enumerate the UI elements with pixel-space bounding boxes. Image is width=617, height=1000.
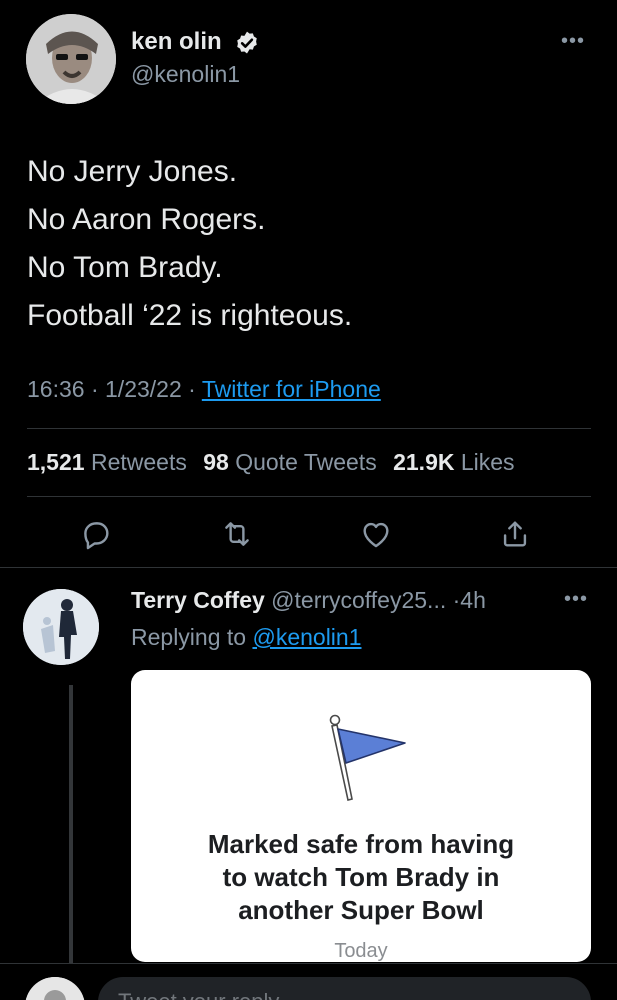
tweet-stats: 1,521 Retweets 98 Quote Tweets 21.9K Lik…	[27, 449, 515, 476]
retweets-count: 1,521	[27, 449, 85, 475]
reply-author-photo	[23, 589, 99, 665]
reply-header: Terry Coffey @terrycoffey25... ·4h	[131, 587, 486, 614]
more-options-icon[interactable]: •••	[561, 30, 585, 53]
marked-safe-text: Marked safe from having to watch Tom Bra…	[131, 828, 591, 927]
verified-badge-icon	[237, 31, 257, 54]
tweet-meta: 16:36 · 1/23/22 · Twitter for iPhone	[27, 376, 381, 403]
divider	[0, 567, 617, 568]
replying-handle-link[interactable]: @kenolin1	[252, 624, 361, 650]
replying-to: Replying to @kenolin1	[131, 624, 362, 651]
tweet-line: No Jerry Jones.	[27, 155, 238, 188]
reply-author-name[interactable]: Terry Coffey	[131, 587, 265, 613]
comment-icon[interactable]	[79, 517, 113, 551]
share-icon[interactable]	[498, 517, 532, 551]
author-avatar[interactable]	[26, 14, 116, 104]
retweets-stat[interactable]: 1,521 Retweets	[27, 449, 187, 475]
reply-time: 4h	[460, 587, 486, 613]
tweet-text: No Jerry Jones. No Aaron Rogers. No Tom …	[27, 148, 352, 340]
retweets-label: Retweets	[90, 449, 187, 475]
card-line: Marked safe from having	[207, 829, 515, 859]
tweet-date: 1/23/22	[105, 376, 182, 402]
thread-line	[69, 685, 73, 963]
quotes-stat[interactable]: 98 Quote Tweets	[203, 449, 376, 475]
tweet-time: 16:36	[27, 376, 85, 402]
meta-separator: ·	[90, 376, 99, 402]
quotes-label: Quote Tweets	[235, 449, 377, 475]
card-date: Today	[334, 940, 388, 962]
likes-stat[interactable]: 21.9K Likes	[393, 449, 514, 475]
tweet-line: Football ‘22 is righteous.	[27, 299, 353, 332]
quotes-count: 98	[203, 449, 229, 475]
reply-avatar[interactable]	[23, 589, 99, 665]
card-line: another Super Bowl	[238, 895, 484, 925]
flag-icon	[329, 714, 406, 801]
divider	[27, 428, 591, 429]
tweet-line: No Aaron Rogers.	[27, 203, 266, 236]
reply-more-options-icon[interactable]: •••	[564, 588, 588, 611]
reply-input[interactable]: Tweet your reply	[98, 977, 591, 1000]
author-name[interactable]: ken olin	[131, 28, 222, 56]
tweet-line: No Tom Brady.	[27, 251, 223, 284]
replying-prefix: Replying to	[131, 624, 247, 650]
reply-media-image[interactable]: Marked safe from having to watch Tom Bra…	[131, 670, 591, 962]
reply-author-handle[interactable]: @terrycoffey25...	[271, 587, 446, 613]
retweet-icon[interactable]	[220, 517, 254, 551]
author-handle[interactable]: @kenolin1	[131, 61, 240, 88]
author-photo	[26, 14, 116, 104]
likes-count: 21.9K	[393, 449, 455, 475]
likes-label: Likes	[460, 449, 515, 475]
card-line: to watch Tom Brady in	[222, 862, 500, 892]
meta-separator: ·	[188, 376, 196, 402]
tweet-source-link[interactable]: Twitter for iPhone	[202, 376, 381, 402]
divider	[27, 496, 591, 497]
heart-icon[interactable]	[359, 517, 393, 551]
